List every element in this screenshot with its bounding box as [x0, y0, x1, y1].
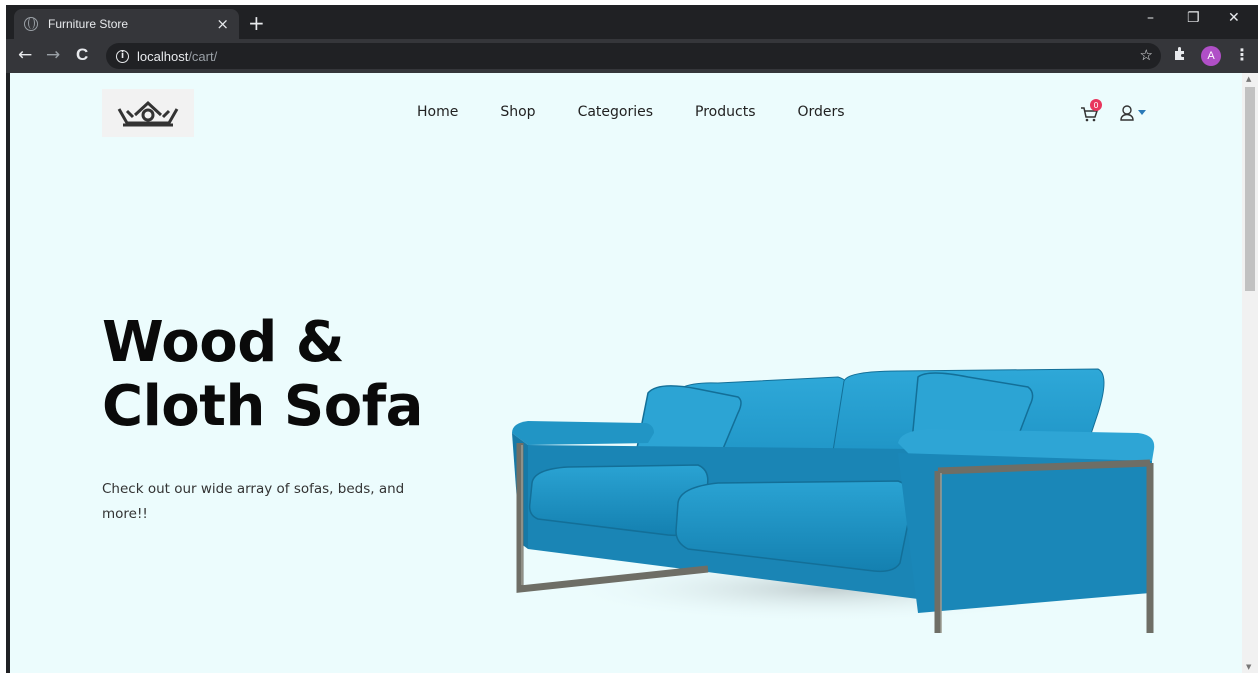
hero-subtitle: Check out our wide array of sofas, beds,…: [102, 481, 405, 522]
minimize-icon[interactable]: –: [1147, 10, 1154, 26]
hero-title: Wood & Cloth Sofa: [102, 311, 462, 439]
main-nav: Home Shop Categories Products Orders: [417, 104, 887, 120]
address-bar[interactable]: i localhost/cart/ ☆: [106, 43, 1161, 69]
nav-orders[interactable]: Orders: [797, 104, 844, 120]
hero-title-line2: Cloth Sofa: [102, 374, 423, 439]
menu-kebab-icon[interactable]: ⋮: [1234, 45, 1250, 64]
hero-title-line1: Wood &: [102, 310, 345, 375]
nav-home[interactable]: Home: [417, 104, 458, 120]
new-tab-icon[interactable]: +: [248, 11, 265, 35]
nav-categories[interactable]: Categories: [578, 104, 653, 120]
url-host: localhost: [137, 48, 189, 64]
nav-products[interactable]: Products: [695, 104, 755, 120]
crown-logo-icon: [117, 100, 179, 127]
back-icon[interactable]: ←: [18, 45, 32, 65]
extensions-icon[interactable]: [1172, 45, 1188, 65]
user-dropdown-caret-icon[interactable]: [1138, 110, 1146, 115]
tab-title: Furniture Store: [48, 17, 129, 31]
forward-icon[interactable]: →: [46, 45, 60, 65]
tab-close-icon[interactable]: ×: [216, 15, 229, 33]
scrollbar[interactable]: ▲ ▼: [1242, 73, 1258, 673]
bookmark-star-icon[interactable]: ☆: [1140, 46, 1153, 64]
globe-icon: [24, 17, 38, 31]
scrollbar-thumb[interactable]: [1245, 87, 1255, 291]
browser-window: Furniture Store × + – ❐ ✕ ← → C i localh…: [6, 5, 1258, 673]
profile-avatar[interactable]: A: [1201, 46, 1221, 66]
browser-tab[interactable]: Furniture Store ×: [14, 9, 239, 39]
nav-shop[interactable]: Shop: [500, 104, 535, 120]
cart-count-badge: 0: [1090, 99, 1102, 111]
site-info-icon[interactable]: i: [116, 49, 129, 63]
scroll-down-arrow-icon[interactable]: ▼: [1246, 663, 1251, 671]
restore-icon[interactable]: ❐: [1187, 10, 1200, 26]
window-close-icon[interactable]: ✕: [1228, 10, 1240, 26]
tab-strip: Furniture Store × + – ❐ ✕: [6, 5, 1258, 39]
sofa-image: [512, 368, 1155, 633]
user-icon[interactable]: [1120, 104, 1136, 122]
toolbar: ← → C i localhost/cart/ ☆ A ⋮: [6, 39, 1258, 73]
reload-icon[interactable]: C: [76, 45, 88, 65]
page-viewport: Home Shop Categories Products Orders 0 W…: [10, 73, 1242, 673]
url-path: /cart/: [188, 48, 218, 64]
site-logo[interactable]: [102, 89, 194, 137]
scroll-up-arrow-icon[interactable]: ▲: [1246, 75, 1251, 83]
